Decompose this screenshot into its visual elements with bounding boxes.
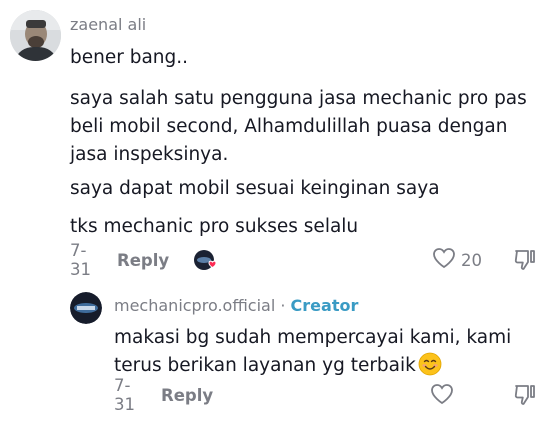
reply-text-line-with-emoji: terus berikan layanan yg terbaik	[114, 352, 442, 380]
reply-dislike-button[interactable]	[513, 383, 537, 411]
comment-date: 7-31	[70, 241, 91, 279]
thumbs-down-icon	[513, 250, 537, 276]
heart-icon	[430, 383, 454, 409]
reply-meta: 7-31 Reply	[114, 376, 213, 414]
comment-text-line: tks mechanic pro sukses selalu	[70, 216, 359, 237]
comment-meta: 7-31 Reply	[70, 241, 217, 279]
reply-to-creator-button[interactable]: Reply	[161, 386, 213, 405]
creator-avatar[interactable]	[70, 292, 102, 324]
creator-liked-badge	[193, 249, 217, 271]
reply-like-button[interactable]	[430, 383, 454, 409]
reply-button[interactable]: Reply	[117, 251, 169, 270]
comment-text-line: saya salah satu pengguna jasa mechanic p…	[70, 88, 527, 109]
comment-text-line: beli mobil second, Alhamdulillah puasa d…	[70, 116, 508, 137]
dislike-button[interactable]	[513, 248, 537, 276]
commenter-username[interactable]: zaenal ali	[70, 15, 146, 34]
heart-icon	[432, 247, 456, 273]
comment-text-line: bener bang..	[70, 47, 189, 68]
thumbs-down-icon	[513, 385, 537, 411]
commenter-avatar[interactable]	[10, 10, 61, 61]
comment-text-line: saya dapat mobil sesuai keinginan saya	[70, 178, 440, 199]
reply-text-line: terus berikan layanan yg terbaik	[114, 355, 416, 376]
comment-text-line: jasa inspeksinya.	[70, 144, 229, 165]
separator-dot: ·	[275, 296, 291, 315]
like-count: 20	[461, 250, 482, 270]
creator-username-row: mechanicpro.official · Creator	[114, 296, 358, 315]
reply-date: 7-31	[114, 376, 135, 414]
creator-username[interactable]: mechanicpro.official	[114, 296, 275, 315]
creator-badge: Creator	[290, 296, 359, 315]
like-button[interactable]: 20	[432, 247, 482, 273]
reply-text-line: makasi bg sudah mempercayai kami, kami	[114, 327, 512, 348]
smiling-face-icon	[418, 352, 442, 376]
